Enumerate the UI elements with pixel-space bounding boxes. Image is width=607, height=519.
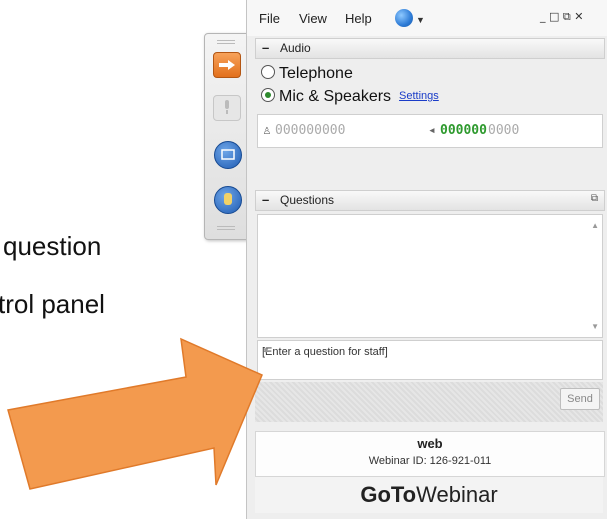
arrow-shape xyxy=(7,337,263,490)
callout-arrow xyxy=(7,337,263,490)
